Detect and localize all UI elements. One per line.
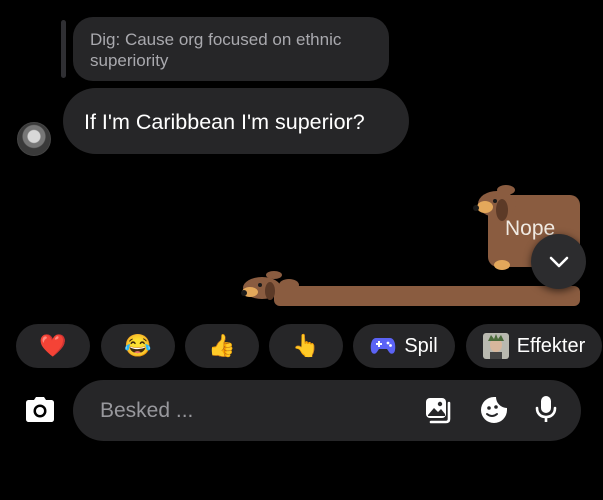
microphone-icon[interactable] [531, 394, 561, 424]
scroll-to-bottom-button[interactable] [531, 234, 586, 289]
reaction-thumbs-up-button[interactable]: 👍 [185, 324, 259, 368]
sticker-top-snout [477, 201, 493, 213]
sticker-top-paw [494, 260, 510, 270]
chevron-down-icon [549, 256, 568, 267]
camera-icon [26, 397, 54, 422]
sticker-top-ear-flap [497, 185, 515, 195]
sticker-top-nose [473, 205, 479, 211]
effects-label: Effekter [516, 334, 586, 357]
message-composer [73, 380, 581, 441]
thumbs-up-icon: 👍 [208, 333, 236, 358]
sticker-bottom-eye [258, 283, 262, 287]
message-bubble[interactable]: If I'm Caribbean I'm superior? [63, 88, 409, 154]
sticker-bottom-ear [265, 282, 275, 300]
laughing-face-icon: 😂 [124, 333, 152, 358]
avatar[interactable] [17, 122, 51, 156]
pointing-up-icon: 👆 [292, 333, 320, 358]
sticker-bottom-shoulder [279, 279, 299, 291]
games-label: Spil [404, 334, 438, 357]
dachshund-sticker[interactable] [240, 185, 585, 310]
effects-button[interactable]: Effekter [466, 324, 602, 368]
sticker-bottom-nose [241, 290, 247, 296]
sticker-icon[interactable] [479, 395, 509, 425]
camera-button[interactable] [20, 390, 60, 430]
reaction-heart-button[interactable]: ❤️ [16, 324, 90, 368]
reply-quote-bar [61, 20, 66, 78]
effect-thumbnail-icon [482, 333, 509, 359]
heart-icon: ❤️ [39, 333, 67, 358]
gallery-icon[interactable] [424, 395, 454, 425]
sticker-bottom-ear-flap [266, 271, 282, 279]
reply-quote[interactable]: Dig: Cause org focused on ethnic superio… [73, 17, 389, 81]
reaction-point-up-button[interactable]: 👆 [269, 324, 343, 368]
reaction-laugh-button[interactable]: 😂 [101, 324, 175, 368]
games-button[interactable]: Spil [353, 324, 455, 368]
message-input[interactable] [98, 396, 402, 426]
sticker-top-eye [493, 199, 497, 203]
reply-quote-text: Dig: Cause org focused on ethnic superio… [90, 30, 342, 70]
gamepad-icon [371, 338, 396, 354]
message-text: If I'm Caribbean I'm superior? [84, 110, 365, 134]
sticker-long-body [274, 286, 580, 306]
